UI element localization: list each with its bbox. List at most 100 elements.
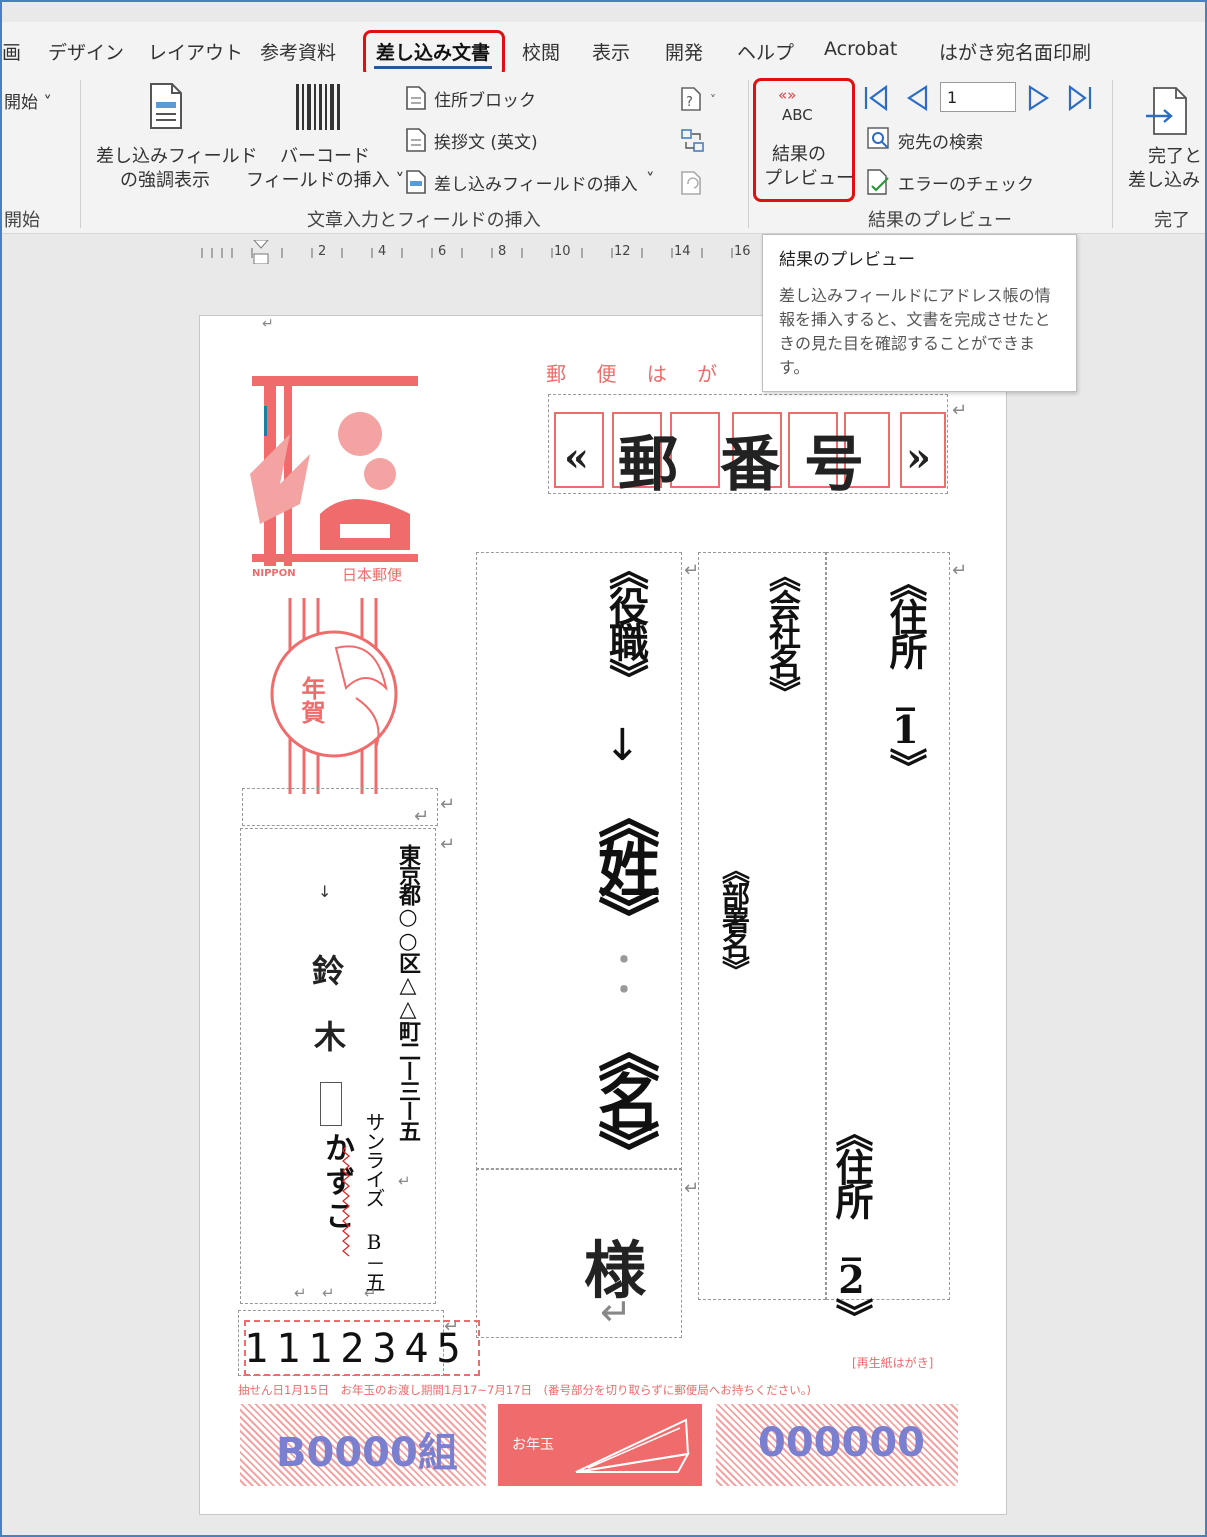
paragraph-mark-icon: ↵ (414, 806, 430, 827)
tab-help[interactable]: ヘルプ (737, 38, 794, 65)
tooltip-body: 差し込みフィールドにアドレス帳の情報を挿入すると、文書を完成させたときの見た目を… (779, 286, 1051, 377)
group-label-preview-results: 結果のプレビュー (868, 210, 1012, 231)
department-merge-field: 《部署名》 (718, 856, 751, 981)
highlight-box-preview-results (753, 78, 855, 202)
match-fields-icon[interactable] (680, 128, 706, 154)
ruler-number: 8 (498, 244, 507, 259)
fan-icon (575, 1418, 690, 1473)
chevron-down-icon: ˅ (646, 170, 655, 190)
tab-view-partial[interactable]: 画 (2, 38, 21, 65)
tab-acrobat[interactable]: Acrobat (824, 38, 897, 60)
ruler-number: 6 (438, 244, 447, 259)
tab-review[interactable]: 校閲 (522, 38, 560, 65)
paragraph-mark-icon: ↵ (262, 316, 274, 332)
sender-building-text: サンライズ B－五 (362, 1112, 386, 1291)
separator-dots: ・・ (603, 944, 638, 1004)
first-record-icon[interactable] (862, 84, 890, 112)
paragraph-mark-icon: ↵ (684, 1178, 700, 1199)
greeting-line-icon (406, 128, 426, 152)
line-break-icon: ↵ (322, 1284, 335, 1302)
sender-top-frame (242, 788, 438, 826)
line-break-icon: ↵ (600, 1290, 632, 1334)
paragraph-mark-icon: ↵ (684, 560, 700, 581)
previous-record-icon[interactable] (904, 84, 930, 112)
zip-field-close-mark: » (906, 434, 931, 481)
rules-icon[interactable]: ? ˅ (680, 86, 722, 112)
document-icon (150, 83, 182, 129)
ruler-number: 12 (614, 244, 631, 259)
group-separator (748, 80, 749, 228)
svg-text:˅: ˅ (710, 93, 716, 107)
address2-merge-field: 《住所_2》 (829, 1114, 874, 1332)
group-label-start: 開始 (4, 210, 40, 231)
lottery-notice-text: 抽せん日1月15日 お年玉のお渡し期間1月17~7月17日 (番号部分を切り取ら… (238, 1383, 811, 1397)
zip-field-char: 番 (720, 430, 780, 500)
sender-zip-text: 1112345 (244, 1326, 469, 1372)
greeting-line-label: 挨拶文 (英文) (434, 133, 538, 153)
tab-layout[interactable]: レイアウト (148, 38, 243, 65)
ruler-number: 2 (318, 244, 327, 259)
honorific-frame (476, 1168, 682, 1338)
otoshidama-text: お年玉 (512, 1437, 554, 1453)
address-block-icon (406, 86, 426, 110)
title-merge-field: 《役職》 (602, 550, 649, 694)
zip-field-char: 郵 (618, 430, 678, 500)
last-record-icon[interactable] (1066, 84, 1094, 112)
lottery-number-text: 000000 (758, 1420, 925, 1466)
surname-merge-field: 《姓》 (587, 786, 660, 936)
address1-merge-field: 《住所_1》 (883, 564, 928, 782)
finish-label-2: 差し込み (1128, 170, 1200, 191)
start-mail-merge-button[interactable]: 開始 ˅ (4, 88, 52, 113)
paragraph-mark-icon: ↵ (952, 560, 968, 581)
otoshidama-stamp: お年玉 (498, 1404, 702, 1486)
ribbon-tab-bar: 画 デザイン レイアウト 参考資料 差し込み文書 校閲 表示 開発 ヘルプ Ac… (2, 22, 1205, 72)
recycled-paper-text: [再生紙はがき] (852, 1356, 934, 1370)
tab-view[interactable]: 表示 (592, 38, 630, 65)
next-record-icon[interactable] (1026, 84, 1052, 112)
spelling-underline (342, 1146, 350, 1257)
sender-name-char: 木 (314, 1018, 347, 1056)
group-label-finish: 完了 (1154, 210, 1190, 231)
sender-given-name-text: かずこ (319, 1132, 354, 1234)
barcode-label-1: バーコード (280, 146, 370, 167)
given-name-merge-field: 《名》 (587, 1020, 660, 1170)
word-window: 画 デザイン レイアウト 参考資料 差し込み文書 校閲 表示 開発 ヘルプ Ac… (0, 0, 1207, 1537)
text-cursor (264, 406, 267, 436)
stamp-nippon-text: NIPPON (252, 568, 296, 579)
nenga-postmark (270, 598, 398, 794)
highlight-box-mailings-tab (363, 30, 505, 78)
paragraph-mark-icon: ↵ (444, 1316, 460, 1337)
zip-field-char: 号 (804, 430, 864, 500)
tab-references[interactable]: 参考資料 (260, 38, 336, 65)
lottery-group-text: B0000組 (276, 1430, 458, 1476)
insert-merge-field-icon (406, 170, 426, 194)
find-recipient-label: 宛先の検索 (898, 133, 983, 153)
document-page[interactable]: 郵 便 は が « 郵 番 号 » ↵ NIPPON 日本郵便 年賀 ↵ ↵ 《… (199, 315, 1007, 1515)
horizontal-ruler[interactable]: 2 4 6 8 10 12 14 16 (192, 240, 762, 264)
check-errors-label: エラーのチェック (898, 175, 1034, 195)
address-block-label: 住所ブロック (434, 91, 536, 111)
tab-design[interactable]: デザイン (48, 38, 124, 65)
line-break-icon: ↵ (398, 1172, 411, 1190)
insert-merge-field-label: 差し込みフィールドの挿入 (434, 175, 638, 195)
update-labels-icon[interactable] (680, 170, 706, 196)
svg-text:?: ? (686, 95, 693, 110)
ruler-number: 14 (674, 244, 691, 259)
find-recipient-icon (867, 127, 889, 149)
barcode-label-2: フィールドの挿入 ˅ (246, 170, 405, 191)
postage-stamp (250, 376, 418, 566)
sender-address-text: 東京都○○区△△町二ー三ー五 (395, 844, 421, 1140)
tab-developer[interactable]: 開発 (665, 38, 703, 65)
arrow-down-icon: ↓ (318, 882, 332, 901)
tab-postcard-address-print[interactable]: はがき宛名面印刷 (939, 38, 1091, 65)
group-separator (1112, 80, 1113, 228)
ruler-number: 10 (554, 244, 571, 259)
zip-field-open-mark: « (564, 434, 589, 481)
ruler-number: 4 (378, 244, 387, 259)
record-number-input[interactable] (940, 82, 1016, 112)
barcode-icon (296, 84, 340, 130)
group-separator (80, 80, 81, 228)
nenga-label: 年賀 (297, 676, 326, 724)
preview-results-tooltip: 結果のプレビュー 差し込みフィールドにアドレス帳の情報を挿入すると、文書を完成さ… (762, 234, 1077, 392)
ruler-number: 16 (734, 244, 751, 259)
